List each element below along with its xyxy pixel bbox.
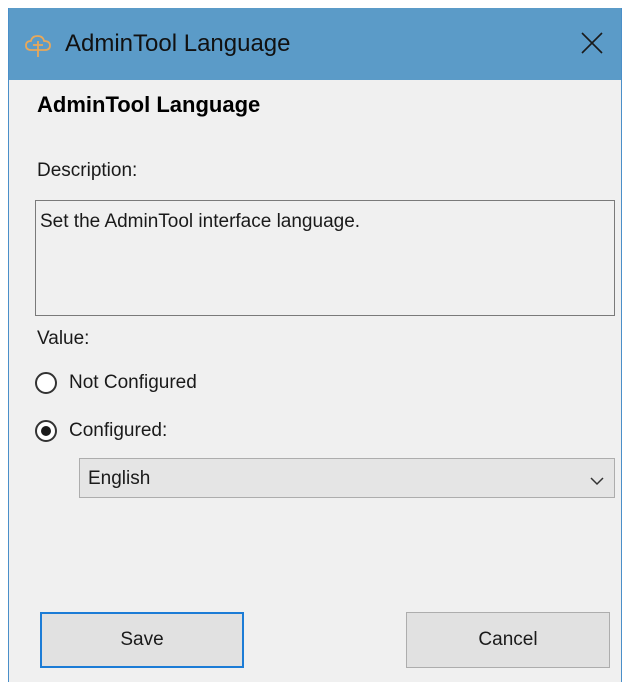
- language-dropdown[interactable]: English: [79, 458, 615, 498]
- title-bar[interactable]: AdminTool Language: [9, 8, 621, 80]
- description-box: Set the AdminTool interface language.: [35, 200, 615, 316]
- description-text: Set the AdminTool interface language.: [40, 211, 361, 232]
- dialog-window: AdminTool Language AdminTool Language De…: [8, 8, 622, 682]
- radio-label: Configured:: [69, 420, 168, 441]
- radio-label: Not Configured: [69, 372, 197, 393]
- description-label: Description:: [37, 160, 138, 181]
- save-button[interactable]: Save: [40, 612, 244, 668]
- window-title: AdminTool Language: [65, 30, 291, 57]
- radio-button-checked[interactable]: [35, 420, 57, 442]
- close-button[interactable]: [561, 8, 621, 80]
- language-dropdown-value: English: [88, 468, 151, 489]
- chevron-down-icon: [590, 473, 604, 491]
- admintool-cloud-icon: [23, 30, 53, 60]
- radio-checked-dot: [41, 426, 51, 436]
- value-label: Value:: [37, 328, 90, 349]
- radio-button-unchecked[interactable]: [35, 372, 57, 394]
- cancel-button[interactable]: Cancel: [406, 612, 610, 668]
- close-icon: [581, 32, 603, 54]
- dialog-heading: AdminTool Language: [37, 92, 261, 117]
